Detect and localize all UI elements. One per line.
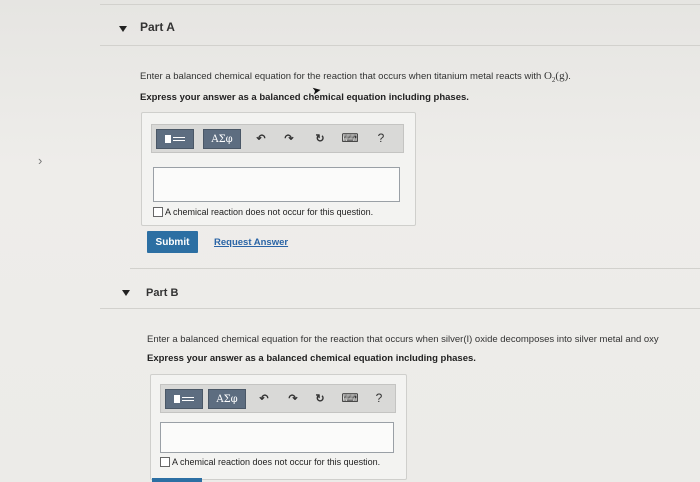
- undo-icon[interactable]: ↶: [253, 129, 269, 147]
- part-b-no-reaction-checkbox[interactable]: [160, 457, 170, 467]
- part-a-answer-input[interactable]: [153, 167, 400, 202]
- redo-icon-part-b[interactable]: ↷: [285, 389, 301, 407]
- redo-icon[interactable]: ↷: [281, 129, 297, 147]
- collapse-caret-icon-part-a[interactable]: [119, 26, 127, 32]
- o2-formula: O2(g): [543, 70, 569, 84]
- greek-symbols-button-part-b[interactable]: ΑΣφ: [208, 389, 246, 409]
- part-b-no-reaction-label: A chemical reaction does not occur for t…: [172, 457, 381, 467]
- o2-formula-period: .: [568, 71, 571, 82]
- part-a-instruction: Express your answer as a balanced chemic…: [140, 92, 469, 103]
- o2-formula-symbol: O: [543, 70, 552, 82]
- part-b-submit-button-partial[interactable]: [152, 478, 202, 482]
- keyboard-icon-part-b[interactable]: ⌨: [341, 389, 359, 407]
- templates-button-part-b[interactable]: [165, 389, 203, 409]
- undo-icon-part-b[interactable]: ↶: [256, 389, 272, 407]
- templates-button[interactable]: [156, 129, 194, 149]
- part-b-title[interactable]: Part B: [146, 287, 178, 299]
- part-a-prompt: Enter a balanced chemical equation for t…: [140, 70, 571, 84]
- part-b-answer-input[interactable]: [160, 422, 394, 453]
- part-a-no-reaction-option[interactable]: A chemical reaction does not occur for t…: [153, 207, 373, 217]
- section-divider: [130, 268, 700, 269]
- reset-icon[interactable]: ↻: [312, 129, 328, 147]
- template-icon: [165, 135, 171, 143]
- collapse-caret-icon-part-b[interactable]: [122, 290, 130, 296]
- part-b-no-reaction-option[interactable]: A chemical reaction does not occur for t…: [160, 457, 380, 467]
- template-fraction-icon-part-b: [182, 397, 194, 401]
- mouse-cursor-icon: ➤: [311, 84, 323, 98]
- part-a-prompt-text: Enter a balanced chemical equation for t…: [140, 71, 544, 82]
- template-icon-part-b: [174, 395, 180, 403]
- template-fraction-icon: [173, 137, 185, 141]
- request-answer-link[interactable]: Request Answer: [214, 237, 288, 248]
- chevron-right-icon[interactable]: ›: [38, 153, 42, 168]
- part-a-header-divider: [100, 45, 700, 46]
- part-a-title[interactable]: Part A: [140, 20, 175, 34]
- keyboard-icon[interactable]: ⌨: [341, 129, 359, 147]
- part-a-no-reaction-checkbox[interactable]: [153, 207, 163, 217]
- part-b-equation-toolbar: ΑΣφ ↶ ↷ ↻ ⌨ ?: [160, 384, 396, 413]
- part-a-no-reaction-label: A chemical reaction does not occur for t…: [165, 207, 374, 217]
- greek-symbols-button[interactable]: ΑΣφ: [203, 129, 241, 149]
- submit-button[interactable]: Submit: [147, 231, 198, 253]
- part-b-prompt: Enter a balanced chemical equation for t…: [147, 334, 659, 345]
- top-divider: [100, 4, 700, 5]
- help-button[interactable]: ?: [374, 129, 388, 147]
- page: › Part A Enter a balanced chemical equat…: [0, 0, 700, 482]
- part-a-equation-toolbar: ΑΣφ ↶ ↷ ↻ ⌨ ?: [151, 124, 404, 153]
- part-b-header-divider: [100, 308, 700, 309]
- help-button-part-b[interactable]: ?: [372, 389, 386, 407]
- part-b-instruction: Express your answer as a balanced chemic…: [147, 353, 476, 364]
- o2-formula-phase: (g): [555, 70, 569, 82]
- reset-icon-part-b[interactable]: ↻: [312, 389, 328, 407]
